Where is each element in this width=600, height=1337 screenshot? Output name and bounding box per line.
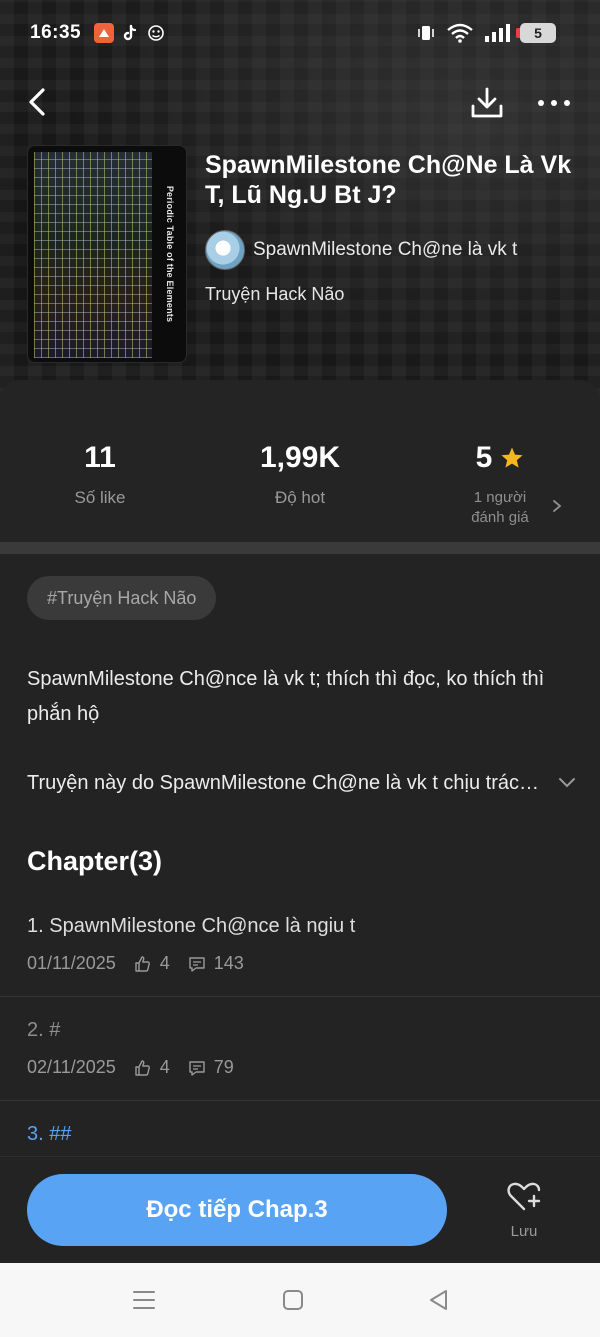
status-indicators: 5 [416, 23, 556, 43]
tiktok-icon [120, 23, 140, 43]
save-button[interactable]: Lưu [492, 1179, 556, 1240]
rating-stat[interactable]: 5 1 người đánh giá [400, 438, 600, 528]
description-expander[interactable]: Truyện này do SpawnMilestone Ch@ne là vk… [27, 768, 577, 798]
author-row[interactable]: SpawnMilestone Ch@ne là vk t [205, 230, 517, 270]
chapter-comments: 79 [213, 1057, 234, 1077]
chapter-title: 1. SpawnMilestone Ch@nce là ngiu t [27, 915, 356, 937]
bottom-action-bar: Đọc tiếp Chap.3 Lưu [0, 1156, 600, 1263]
signal-icon [485, 24, 510, 42]
thumbs-up-icon [135, 955, 150, 972]
home-icon[interactable] [282, 1289, 304, 1311]
app-shortcut-icon [94, 23, 114, 43]
chapter-item[interactable]: 2. # 02/11/2025 4 79 [0, 997, 600, 1101]
story-cover-image[interactable]: Periodic Table of the Elements [27, 145, 187, 363]
likes-stat: 11 Số like [0, 438, 200, 508]
description-note: Truyện này do SpawnMilestone Ch@ne là vk… [27, 771, 542, 794]
vibrate-icon [418, 26, 434, 40]
star-icon [501, 447, 523, 468]
comment-icon [189, 1060, 205, 1076]
thumbs-up-icon [135, 1059, 150, 1076]
recent-apps-icon[interactable] [132, 1289, 156, 1311]
rating-count-label: 1 người [473, 489, 527, 506]
author-avatar[interactable] [205, 230, 245, 270]
rating-value: 5 [475, 441, 493, 474]
story-detail-sheet: 11 Số like 1,99K Độ hot 5 1 người đánh g… [0, 380, 600, 1263]
story-title: SpawnMilestone Ch@Ne Là Vk T, Lũ Ng.U Bt… [205, 151, 572, 209]
story-genre[interactable]: Truyện Hack Não [205, 284, 344, 305]
story-description: SpawnMilestone Ch@nce là vk t; thích thì… [27, 668, 545, 725]
chapter-title: 2. # [27, 1019, 61, 1041]
status-app-icons [94, 23, 166, 43]
meme-face-icon [146, 23, 166, 43]
chapter-likes: 4 [159, 1057, 170, 1077]
chapter-date: 01/11/2025 [27, 953, 116, 973]
hot-label: Độ hot [274, 488, 326, 507]
chevron-right-icon[interactable] [550, 498, 564, 514]
stats-row: 11 Số like 1,99K Độ hot 5 1 người đánh g… [0, 380, 600, 542]
comment-icon [189, 956, 205, 972]
system-navigation-bar [0, 1263, 600, 1337]
cover-artwork [34, 152, 152, 358]
status-time: 16:35 [30, 22, 82, 43]
hot-stat: 1,99K Độ hot [200, 438, 400, 508]
chapter-meta: 02/11/2025 4 79 [27, 1057, 252, 1078]
story-header: 16:35 5 Periodic Table of the Elements S… [0, 0, 600, 420]
chevron-down-icon[interactable] [558, 777, 576, 789]
battery-indicator: 5 [516, 23, 556, 43]
status-bar: 16:35 5 [0, 18, 600, 52]
chapter-meta: 01/11/2025 4 143 [27, 953, 262, 974]
likes-label: Số like [74, 488, 126, 507]
chapter-comments: 143 [213, 953, 244, 973]
back-icon[interactable] [428, 1289, 450, 1311]
download-icon[interactable] [470, 86, 504, 120]
genre-tag[interactable]: #Truyện Hack Não [27, 576, 217, 620]
author-name[interactable]: SpawnMilestone Ch@ne là vk t [253, 239, 517, 261]
save-label: Lưu [510, 1223, 538, 1240]
cover-text: Periodic Table of the Elements [165, 185, 175, 323]
chapters-heading: Chapter(3) [27, 846, 163, 876]
heart-add-icon [507, 1182, 541, 1211]
hot-value: 1,99K [259, 441, 341, 474]
chapter-date: 02/11/2025 [27, 1057, 116, 1077]
more-options-icon[interactable] [536, 88, 572, 118]
section-divider [0, 542, 600, 554]
wifi-icon [447, 23, 473, 43]
likes-value: 11 [84, 441, 116, 474]
back-arrow-icon[interactable] [22, 86, 54, 118]
chapter-likes: 4 [159, 953, 170, 973]
rating-count-suffix: đánh giá [471, 509, 529, 526]
chapter-title: 3. ## [27, 1123, 72, 1145]
continue-reading-button[interactable]: Đọc tiếp Chap.3 [27, 1174, 447, 1246]
chapter-item[interactable]: 1. SpawnMilestone Ch@nce là ngiu t 01/11… [0, 893, 600, 997]
